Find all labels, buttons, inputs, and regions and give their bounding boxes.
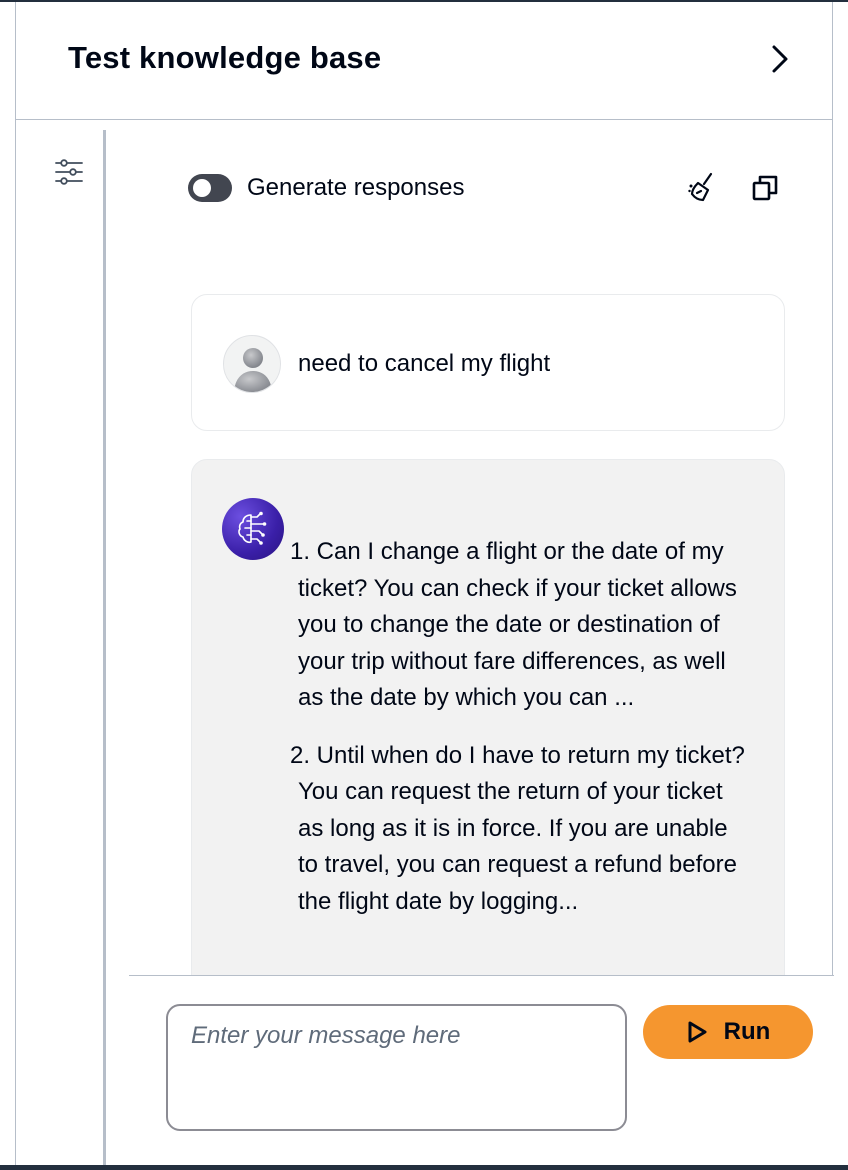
message-input[interactable] [166, 1004, 627, 1131]
collapse-panel-button[interactable] [766, 42, 794, 76]
ai-results-list: 1. Can I change a flight or the date of … [290, 534, 750, 941]
ai-result-item: 1. Can I change a flight or the date of … [290, 538, 737, 711]
ai-result-item: 2. Until when do I have to return my tic… [290, 741, 745, 915]
panel-header: Test knowledge base [16, 2, 832, 120]
sliders-icon [55, 159, 83, 185]
ai-response-card: 1. Can I change a flight or the date of … [191, 459, 785, 999]
run-button[interactable]: Run [643, 1005, 813, 1059]
copy-button[interactable] [747, 170, 783, 206]
clear-conversation-button[interactable] [684, 170, 720, 206]
side-rail-divider [103, 130, 106, 1165]
toggle-knob [193, 179, 211, 197]
panel-title: Test knowledge base [68, 40, 382, 75]
play-icon [686, 1020, 708, 1044]
run-button-label: Run [723, 1018, 771, 1045]
generate-responses-row: Generate responses [188, 170, 464, 206]
user-silhouette-icon [234, 348, 272, 392]
generate-responses-toggle[interactable] [188, 174, 232, 202]
ai-brain-icon [238, 511, 267, 545]
broom-icon [688, 172, 713, 202]
generate-responses-label: Generate responses [247, 174, 465, 201]
test-knowledge-base-panel: Test knowledge base Generate responses n… [15, 2, 834, 1165]
user-avatar [223, 335, 281, 393]
copy-icon [752, 175, 778, 201]
configurations-button[interactable] [52, 155, 86, 189]
user-message-card: need to cancel my flight [191, 294, 785, 431]
ai-avatar [222, 498, 284, 560]
chevron-right-icon [772, 45, 788, 73]
user-message-text: need to cancel my flight [298, 350, 551, 377]
bottom-border [0, 1165, 848, 1170]
